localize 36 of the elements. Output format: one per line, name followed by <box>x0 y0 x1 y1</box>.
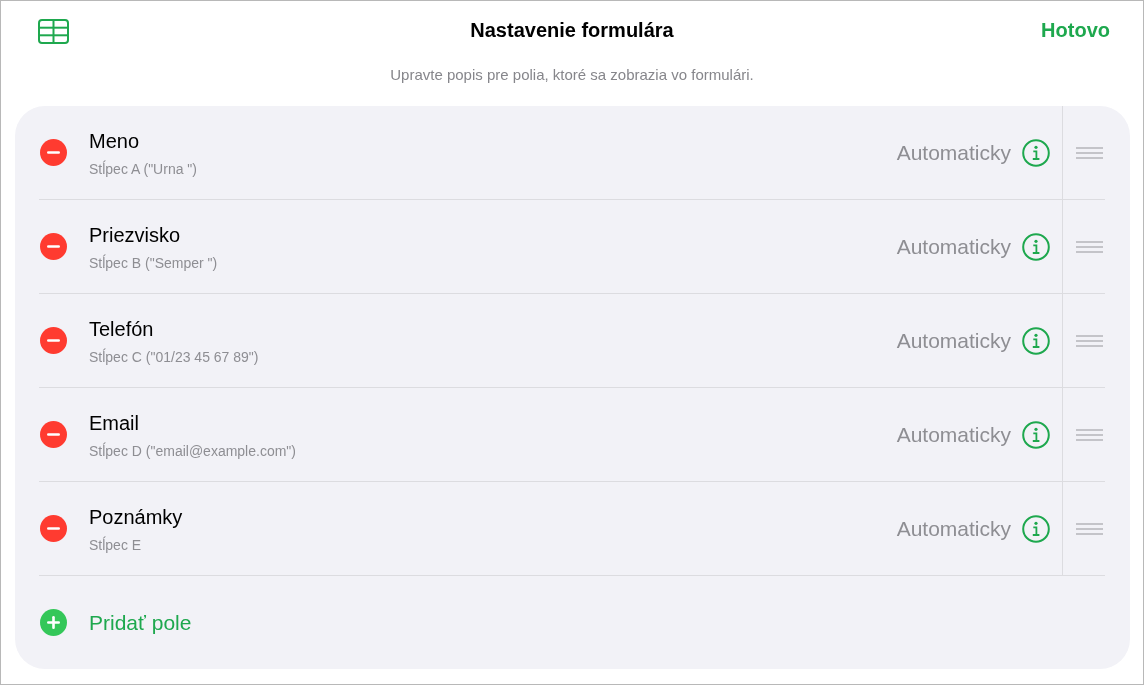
field-name: Poznámky <box>89 505 183 529</box>
field-setting: Automaticky <box>896 328 1011 353</box>
table-icon[interactable] <box>38 18 69 44</box>
column-label: Stĺpec B ("Semper ") <box>89 254 218 272</box>
remove-icon[interactable] <box>40 139 67 166</box>
info-icon[interactable] <box>1022 326 1050 355</box>
field-name: Priezvisko <box>89 223 181 247</box>
drag-handle-icon[interactable] <box>1076 428 1103 441</box>
field-setting: Automaticky <box>896 422 1011 447</box>
drag-handle-icon[interactable] <box>1076 334 1103 347</box>
remove-icon[interactable] <box>40 327 67 354</box>
column-label: Stĺpec A ("Urna ") <box>89 160 197 178</box>
sheet-subtitle: Upravte popis pre polia, ktoré sa zobrazia vo formulári. <box>390 65 754 83</box>
info-icon[interactable] <box>1022 514 1050 543</box>
remove-icon[interactable] <box>40 421 67 448</box>
field-name: Telefón <box>89 317 154 341</box>
sheet-title: Nastavenie formulára <box>470 19 674 42</box>
remove-icon[interactable] <box>40 233 67 260</box>
plus-icon <box>40 609 67 636</box>
column-label: Stĺpec D ("email@example.com") <box>89 442 296 460</box>
field-setting: Automaticky <box>896 140 1011 165</box>
info-icon[interactable] <box>1022 232 1050 261</box>
info-icon[interactable] <box>1022 420 1050 449</box>
drag-handle-icon[interactable] <box>1076 146 1103 159</box>
drag-handle-icon[interactable] <box>1076 240 1103 253</box>
drag-handle-icon[interactable] <box>1076 522 1103 535</box>
column-label: Stĺpec E <box>89 536 142 554</box>
column-label: Stĺpec C ("01/23 45 67 89") <box>89 348 259 366</box>
done-button[interactable]: Hotovo <box>1041 19 1110 42</box>
remove-icon[interactable] <box>40 515 67 542</box>
add-field-button[interactable]: Pridať pole <box>40 609 192 636</box>
info-icon[interactable] <box>1022 138 1050 167</box>
field-setting: Automaticky <box>896 516 1011 541</box>
field-name: Email <box>89 411 139 435</box>
field-setting: Automaticky <box>896 234 1011 259</box>
field-name: Meno <box>89 129 140 153</box>
